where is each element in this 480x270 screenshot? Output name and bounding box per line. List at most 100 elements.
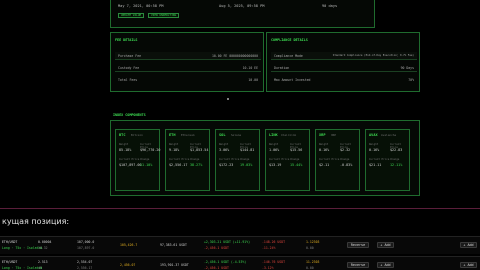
entry-price-2: 2,556.17 bbox=[77, 266, 93, 270]
compliance-row-mode: Compliance Mode Standard Compliance (End… bbox=[271, 52, 417, 60]
compliance-label: Compliance Mode bbox=[274, 54, 303, 58]
compliance-row-duration: Duration 90 Days bbox=[271, 64, 417, 72]
component-symbol: BTC bbox=[119, 133, 126, 137]
position-tag: Long · 75x · Isolated bbox=[2, 266, 43, 270]
component-price: $22.83 bbox=[390, 148, 403, 152]
weight-label: Weight bbox=[269, 143, 279, 146]
compliance-row-max: Max Amount Invested 70% bbox=[271, 76, 417, 84]
fee-row-custody: Custody Fee 10.10 EE bbox=[115, 64, 261, 72]
compliance-label: Max Amount Invested bbox=[274, 78, 311, 82]
compliance-details-panel: COMPLIANCE DETAILS Compliance Mode Stand… bbox=[266, 32, 420, 92]
change-label: Change bbox=[290, 158, 300, 161]
current-price-label: Current Price bbox=[369, 158, 390, 161]
liq-price: 11.2303 bbox=[306, 260, 320, 264]
position-margin: 193,901.37 USDT bbox=[160, 263, 189, 267]
mark-price: 2,456.07 bbox=[120, 263, 136, 267]
add-button[interactable]: + Add bbox=[460, 262, 477, 268]
component-change: 15.44% bbox=[290, 163, 303, 167]
component-change: 38.27% bbox=[190, 163, 203, 167]
roi-percent: -11.24% bbox=[262, 246, 276, 250]
component-name: Ethereum bbox=[181, 133, 195, 137]
component-name: Solana bbox=[231, 133, 242, 137]
entry-price: 107,000.0 bbox=[77, 240, 95, 244]
update-value-button[interactable]: UPDATE VALUE bbox=[118, 13, 145, 18]
component-card-avax: AVAX Avalanche Weight 0.16% Current Price $22… bbox=[365, 129, 410, 191]
compliance-value: Standard Compliance (End-of-Day Executio… bbox=[332, 54, 414, 57]
fee-label: Purchase Fee bbox=[118, 54, 142, 58]
fee-row-total: Total Fees 10.00 bbox=[115, 76, 261, 84]
reverse-button[interactable]: Reverse bbox=[347, 242, 369, 248]
weight-label: Weight bbox=[119, 143, 129, 146]
unrealized-pnl-2: -2,456.1 USDT bbox=[204, 266, 229, 270]
component-weight: 0.16% bbox=[319, 148, 330, 152]
section-divider bbox=[0, 208, 480, 209]
position-margin: 97,383.61 USDT bbox=[160, 243, 187, 247]
roi-percent: -3.12% bbox=[262, 266, 274, 270]
component-symbol: LINK bbox=[269, 133, 278, 137]
date-range-panel: May 7, 2021, 00:58 PM Aug 5, 2025, 09:58… bbox=[110, 0, 375, 28]
change-label: Change bbox=[190, 158, 200, 161]
current-price-label: Current Price bbox=[119, 158, 140, 161]
unrealized-pnl: -2,456.1 USDT (-4.53%) bbox=[204, 260, 247, 264]
roi-value: -148.26 USDT bbox=[262, 240, 286, 244]
component-price: $2.32 bbox=[340, 148, 351, 152]
component-symbol: XRP bbox=[319, 133, 326, 137]
roi-value: -146.76 USDT bbox=[262, 260, 286, 264]
entry-price: 2,554.07 bbox=[77, 260, 93, 264]
mark-price: 105,426.7 bbox=[120, 243, 138, 247]
change-label: Change bbox=[140, 158, 150, 161]
position-row: ETH/USDT Long · 75x · Isolated 0.00004 10.3… bbox=[0, 236, 480, 254]
fee-label: Custody Fee bbox=[118, 66, 140, 70]
current-price-label: Current Price bbox=[269, 158, 290, 161]
positions-title: кущая позиция: bbox=[2, 217, 70, 226]
component-price: $1,853.54 bbox=[190, 148, 209, 152]
component-current-price: $172.23 bbox=[219, 163, 234, 167]
add-button[interactable]: + Add bbox=[460, 242, 477, 248]
add-button[interactable]: + Add bbox=[377, 262, 394, 268]
fee-label: Total Fees bbox=[118, 78, 138, 82]
compliance-label: Duration bbox=[274, 66, 290, 70]
component-name: Bitcoin bbox=[131, 133, 143, 137]
component-change: 19.03% bbox=[240, 163, 253, 167]
fee-row-purchase: Purchase Fee 10.00 FE 000000000000000 bbox=[115, 52, 261, 60]
component-card-sol: SOL Solana Weight 3.06% Current Price $144.81… bbox=[215, 129, 260, 191]
component-price: $144.81 bbox=[240, 148, 255, 152]
compliance-value: 70% bbox=[408, 78, 414, 82]
current-price-label: Current Price bbox=[319, 158, 340, 161]
component-card-btc: BTC Bitcoin Weight 85.18% Current Price $96,7… bbox=[115, 129, 160, 191]
weight-label: Weight bbox=[369, 143, 379, 146]
change-label: Change bbox=[390, 158, 400, 161]
component-card-eth: ETH Ethereum Weight 9.18% Current Price $1,85… bbox=[165, 129, 210, 191]
component-weight: 0.16% bbox=[369, 148, 380, 152]
reverse-button[interactable]: Reverse bbox=[347, 262, 369, 268]
change-label: Change bbox=[340, 158, 350, 161]
end-date: Aug 5, 2025, 09:58 PM bbox=[219, 4, 265, 8]
entry-price-2: 107,897.0 bbox=[77, 246, 95, 250]
compliance-details-title: COMPLIANCE DETAILS bbox=[271, 38, 308, 42]
fee-details-panel: FEE DETAILS Purchase Fee 10.00 FE 000000… bbox=[110, 32, 264, 92]
weight-label: Weight bbox=[219, 143, 229, 146]
component-name: Chainlink bbox=[281, 133, 297, 137]
component-weight: 1.06% bbox=[269, 148, 280, 152]
add-button[interactable]: + Add bbox=[377, 242, 394, 248]
duration-value: 90 days bbox=[322, 4, 338, 8]
view-underlying-button[interactable]: VIEW UNDERLYING bbox=[148, 13, 180, 18]
position-size: 0.00004 bbox=[38, 240, 52, 244]
component-card-link: LINK Chainlink Weight 1.06% Current Price $15… bbox=[265, 129, 310, 191]
component-weight: 85.18% bbox=[119, 148, 132, 152]
component-change: -0.83% bbox=[340, 163, 353, 167]
unrealized-pnl: +2,303.21 USDT (+11.91%) bbox=[204, 240, 251, 244]
weight-label: Weight bbox=[319, 143, 329, 146]
position-size-2: 10.32 bbox=[38, 246, 48, 250]
component-name: XRP bbox=[331, 133, 337, 137]
component-current-price: $21.11 bbox=[369, 163, 382, 167]
component-symbol: ETH bbox=[169, 133, 176, 137]
fee-details-title: FEE DETAILS bbox=[115, 38, 138, 42]
weight-label: Weight bbox=[169, 143, 179, 146]
component-symbol: SOL bbox=[219, 133, 226, 137]
component-card-xrp: XRP XRP Weight 0.16% Current Price $2.32 Curre… bbox=[315, 129, 360, 191]
fee-value: 10.00 FE 000000000000000 bbox=[211, 54, 258, 58]
component-name: Avalanche bbox=[381, 133, 397, 137]
component-symbol: AVAX bbox=[369, 133, 378, 137]
change-label: Change bbox=[240, 158, 250, 161]
